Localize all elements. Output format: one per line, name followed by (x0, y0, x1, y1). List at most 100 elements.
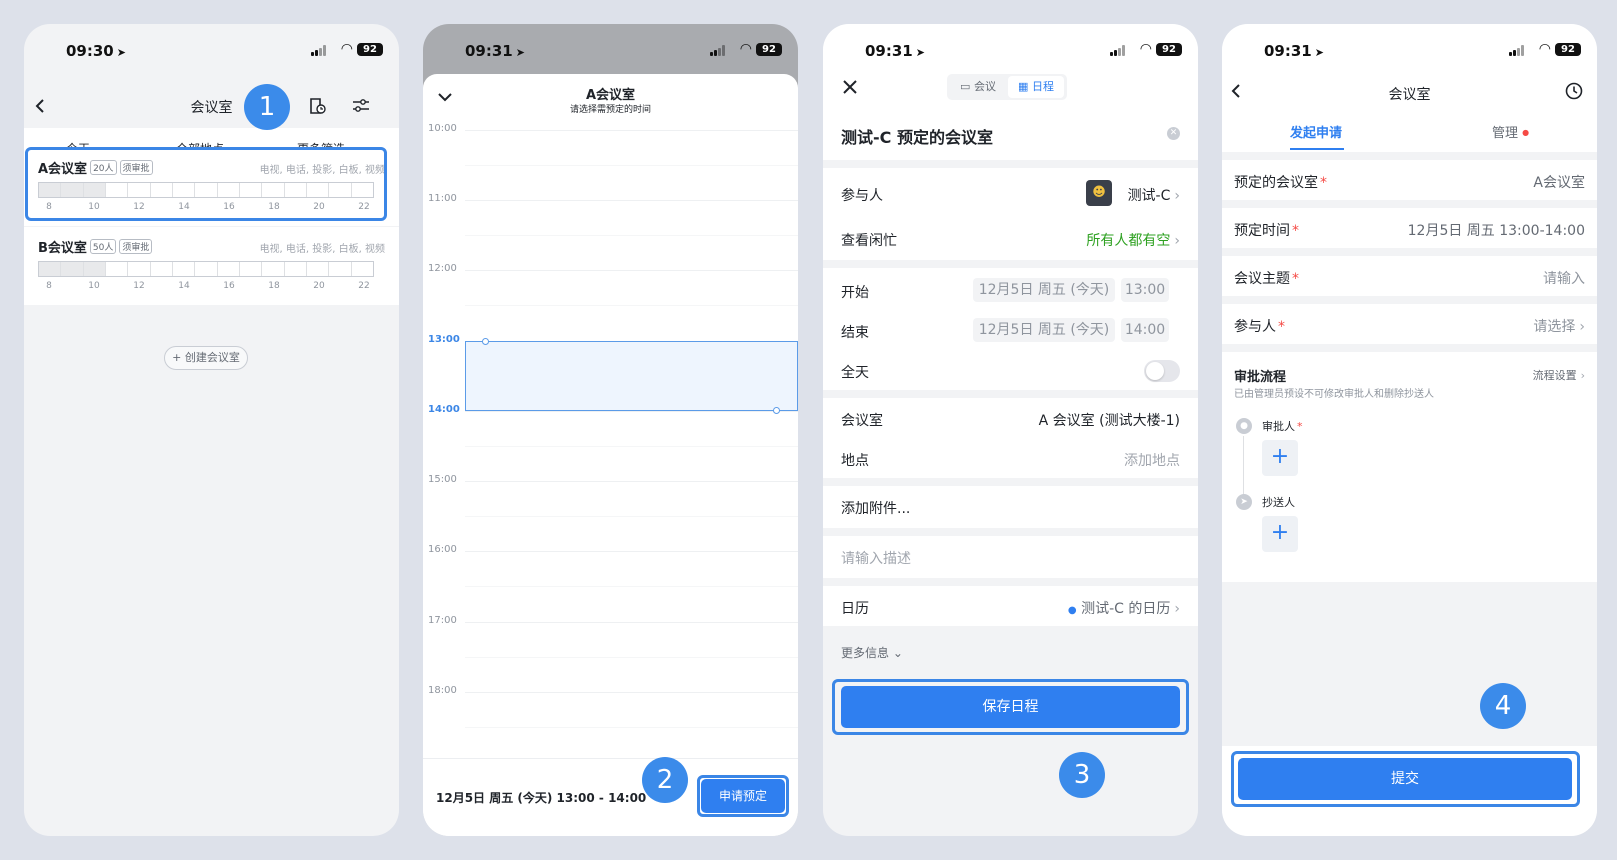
start-time[interactable]: 13:00 (1121, 278, 1169, 302)
add-approver-button[interactable]: + (1262, 440, 1298, 476)
flow-settings-link[interactable]: 流程设置 › (1533, 367, 1585, 383)
status-time: 09:31 ➤ (865, 42, 925, 60)
calendar-color-dot: ● (1067, 605, 1077, 616)
calendar-group: 日历 ● 测试-C 的日历 › (823, 586, 1198, 626)
tab-schedule[interactable]: ▦ 日程 (1008, 76, 1064, 98)
wifi-icon: ◠ (1139, 41, 1152, 57)
phone-room-list: 09:30➤ ◠ 92 会议室 今天 ⌄ 全部地点 ⌄ 更多筛选 ⌄ A会议室2… (24, 24, 399, 836)
participants-row[interactable]: 参与人 ☻ 测试-C › (823, 173, 1198, 213)
room-timeline[interactable] (38, 261, 374, 277)
end-time[interactable]: 14:00 (1121, 318, 1169, 342)
battery-indicator: 92 (357, 43, 383, 56)
sheet-title: A会议室 (585, 88, 636, 103)
hour-row[interactable]: 16:00 (423, 544, 798, 555)
add-cc-button[interactable]: + (1262, 516, 1298, 552)
topic-field[interactable]: 会议主题 * 请输入 (1222, 256, 1597, 296)
filter-settings-icon[interactable] (352, 98, 370, 114)
selected-time-summary: 12月5日 周五 (今天) 13:00 - 14:00 (436, 791, 647, 805)
time-group: 开始 12月5日 周五 (今天) 13:00 结束 12月5日 周五 (今天) … (823, 268, 1198, 390)
tab-apply[interactable]: 发起申请 (1290, 122, 1342, 141)
hour-row[interactable]: 17:00 (423, 615, 798, 626)
start-row: 开始 12月5日 周五 (今天) 13:00 (823, 270, 1198, 310)
time-picker-sheet: A会议室 请选择需预定的时间 10:00 11:00 12:00 13:00 1… (423, 74, 798, 836)
allday-toggle[interactable] (1144, 360, 1180, 382)
time-field[interactable]: 预定时间 * 12月5日 周五 13:00-14:00 (1222, 208, 1597, 248)
hour-row[interactable]: 14:00 (423, 404, 798, 415)
signal-icon (1110, 45, 1126, 56)
approval-tag: 须审批 (119, 239, 153, 254)
drag-handle-end[interactable] (773, 407, 780, 414)
history-clock-icon[interactable] (1565, 82, 1583, 100)
selected-time-block[interactable] (465, 341, 798, 411)
create-room-button[interactable]: + 创建会议室 (164, 346, 248, 370)
cc-icon: ➤ (1236, 494, 1252, 510)
room-card-b[interactable]: B会议室 50人 须审批 电视, 电话, 投影, 白板, 视频 8 10 12 14 16 1… (24, 227, 399, 305)
calendar-icon: ▦ (1018, 80, 1029, 93)
room-row[interactable]: 会议室 A 会议室 (测试大楼-1) (823, 398, 1198, 438)
step-highlight-4 (1231, 751, 1580, 807)
wifi-icon: ◠ (1538, 41, 1551, 57)
status-bar: 09:31 ➤ ◠ 92 (423, 24, 798, 74)
allday-row: 全天 (823, 350, 1198, 390)
status-bar: 09:30 ➤ ◠ 92 (24, 24, 399, 74)
signal-icon (311, 45, 327, 56)
flow-note: 已由管理员预设不可修改审批人和删除抄送人 (1234, 389, 1434, 400)
approver-label: 审批人 * (1262, 420, 1303, 433)
status-time: 09:31 ➤ (1264, 42, 1324, 60)
phone-time-picker: 09:31 ➤ ◠ 92 A会议室 请选择需预定的时间 10:00 11:00 1… (423, 24, 798, 836)
hour-row[interactable]: 12:00 (423, 263, 798, 274)
nav-bar: 会议室 (24, 84, 399, 128)
signal-icon (1509, 45, 1525, 56)
end-row: 结束 12月5日 周五 (今天) 14:00 (823, 310, 1198, 350)
wifi-icon: ◠ (739, 41, 752, 57)
tab-manage[interactable]: 管理 ● (1492, 122, 1529, 141)
end-date[interactable]: 12月5日 周五 (今天) (973, 318, 1115, 342)
availability-row[interactable]: 查看闲忙 所有人都有空 › (823, 218, 1198, 258)
notification-dot: ● (1522, 128, 1530, 137)
step-badge-1: 1 (244, 84, 290, 130)
battery-indicator: 92 (756, 43, 782, 56)
editor-header: 09:31 ➤ ◠ 92 ▭ 会议 ▦ 日程 测试-C 预定的会议室 ✕ (823, 24, 1198, 160)
step-highlight-1 (25, 147, 387, 221)
drag-handle-start[interactable] (482, 338, 489, 345)
step-highlight-2 (697, 775, 789, 817)
hour-row[interactable]: 18:00 (423, 685, 798, 696)
description-input[interactable]: 请输入描述 (823, 536, 1198, 576)
hour-row[interactable]: 11:00 (423, 193, 798, 204)
add-attachment-row[interactable]: 添加附件... (823, 486, 1198, 526)
room-field[interactable]: 预定的会议室 * A会议室 (1222, 160, 1597, 200)
tab-meeting[interactable]: ▭ 会议 (950, 76, 1006, 98)
calendar-row[interactable]: 日历 ● 测试-C 的日历 › (823, 586, 1198, 626)
attachment-group: 添加附件... (823, 486, 1198, 528)
more-info-toggle[interactable]: 更多信息 ⌄ (841, 644, 903, 661)
event-title-input[interactable]: 测试-C 预定的会议室 (841, 124, 993, 148)
type-switch: ▭ 会议 ▦ 日程 (947, 74, 1067, 100)
hour-row[interactable]: 10:00 (423, 123, 798, 134)
timeline-ticks: 8 10 12 14 16 18 20 22 (46, 281, 370, 291)
submit-bar: 提交 (1222, 746, 1597, 836)
step-badge-3: 3 (1059, 752, 1105, 798)
status-bar: 09:31 ➤ ◠ 92 (1222, 24, 1597, 74)
close-icon[interactable] (843, 80, 857, 94)
location-row[interactable]: 地点 添加地点 (823, 438, 1198, 478)
hour-row[interactable]: 15:00 (423, 474, 798, 485)
bottom-bar: 12月5日 周五 (今天) 13:00 - 14:00 申请预定 (423, 758, 798, 836)
description-group: 请输入描述 (823, 536, 1198, 578)
phone-booking-request: 09:31 ➤ ◠ 92 会议室 发起申请 管理 ● 预定的会议室 * A会议室 预… (1222, 24, 1597, 836)
status-bar: 09:31 ➤ ◠ 92 (823, 24, 1198, 74)
page-title: 会议室 (190, 100, 233, 116)
start-date[interactable]: 12月5日 周五 (今天) (973, 278, 1115, 302)
phone-schedule-editor: 09:31 ➤ ◠ 92 ▭ 会议 ▦ 日程 测试-C 预定的会议室 ✕ 参与人 … (823, 24, 1198, 836)
room-settings-icon[interactable] (308, 96, 326, 116)
flow-title: 审批流程 (1234, 370, 1287, 385)
room-equipment: 电视, 电话, 投影, 白板, 视频 (259, 244, 385, 255)
approver-icon: ● (1236, 418, 1252, 434)
capacity-tag: 50人 (89, 239, 117, 254)
step-highlight-3 (832, 679, 1189, 735)
clear-title-icon[interactable]: ✕ (1167, 127, 1180, 140)
participants-field[interactable]: 参与人 * 请选择 › (1222, 304, 1597, 344)
signal-icon (710, 45, 726, 56)
step-badge-2: 2 (642, 757, 688, 803)
page-title: 会议室 (1388, 87, 1431, 103)
approval-flow-section: 审批流程 流程设置 › 已由管理员预设不可修改审批人和删除抄送人 ● 审批人 * +… (1222, 352, 1597, 582)
